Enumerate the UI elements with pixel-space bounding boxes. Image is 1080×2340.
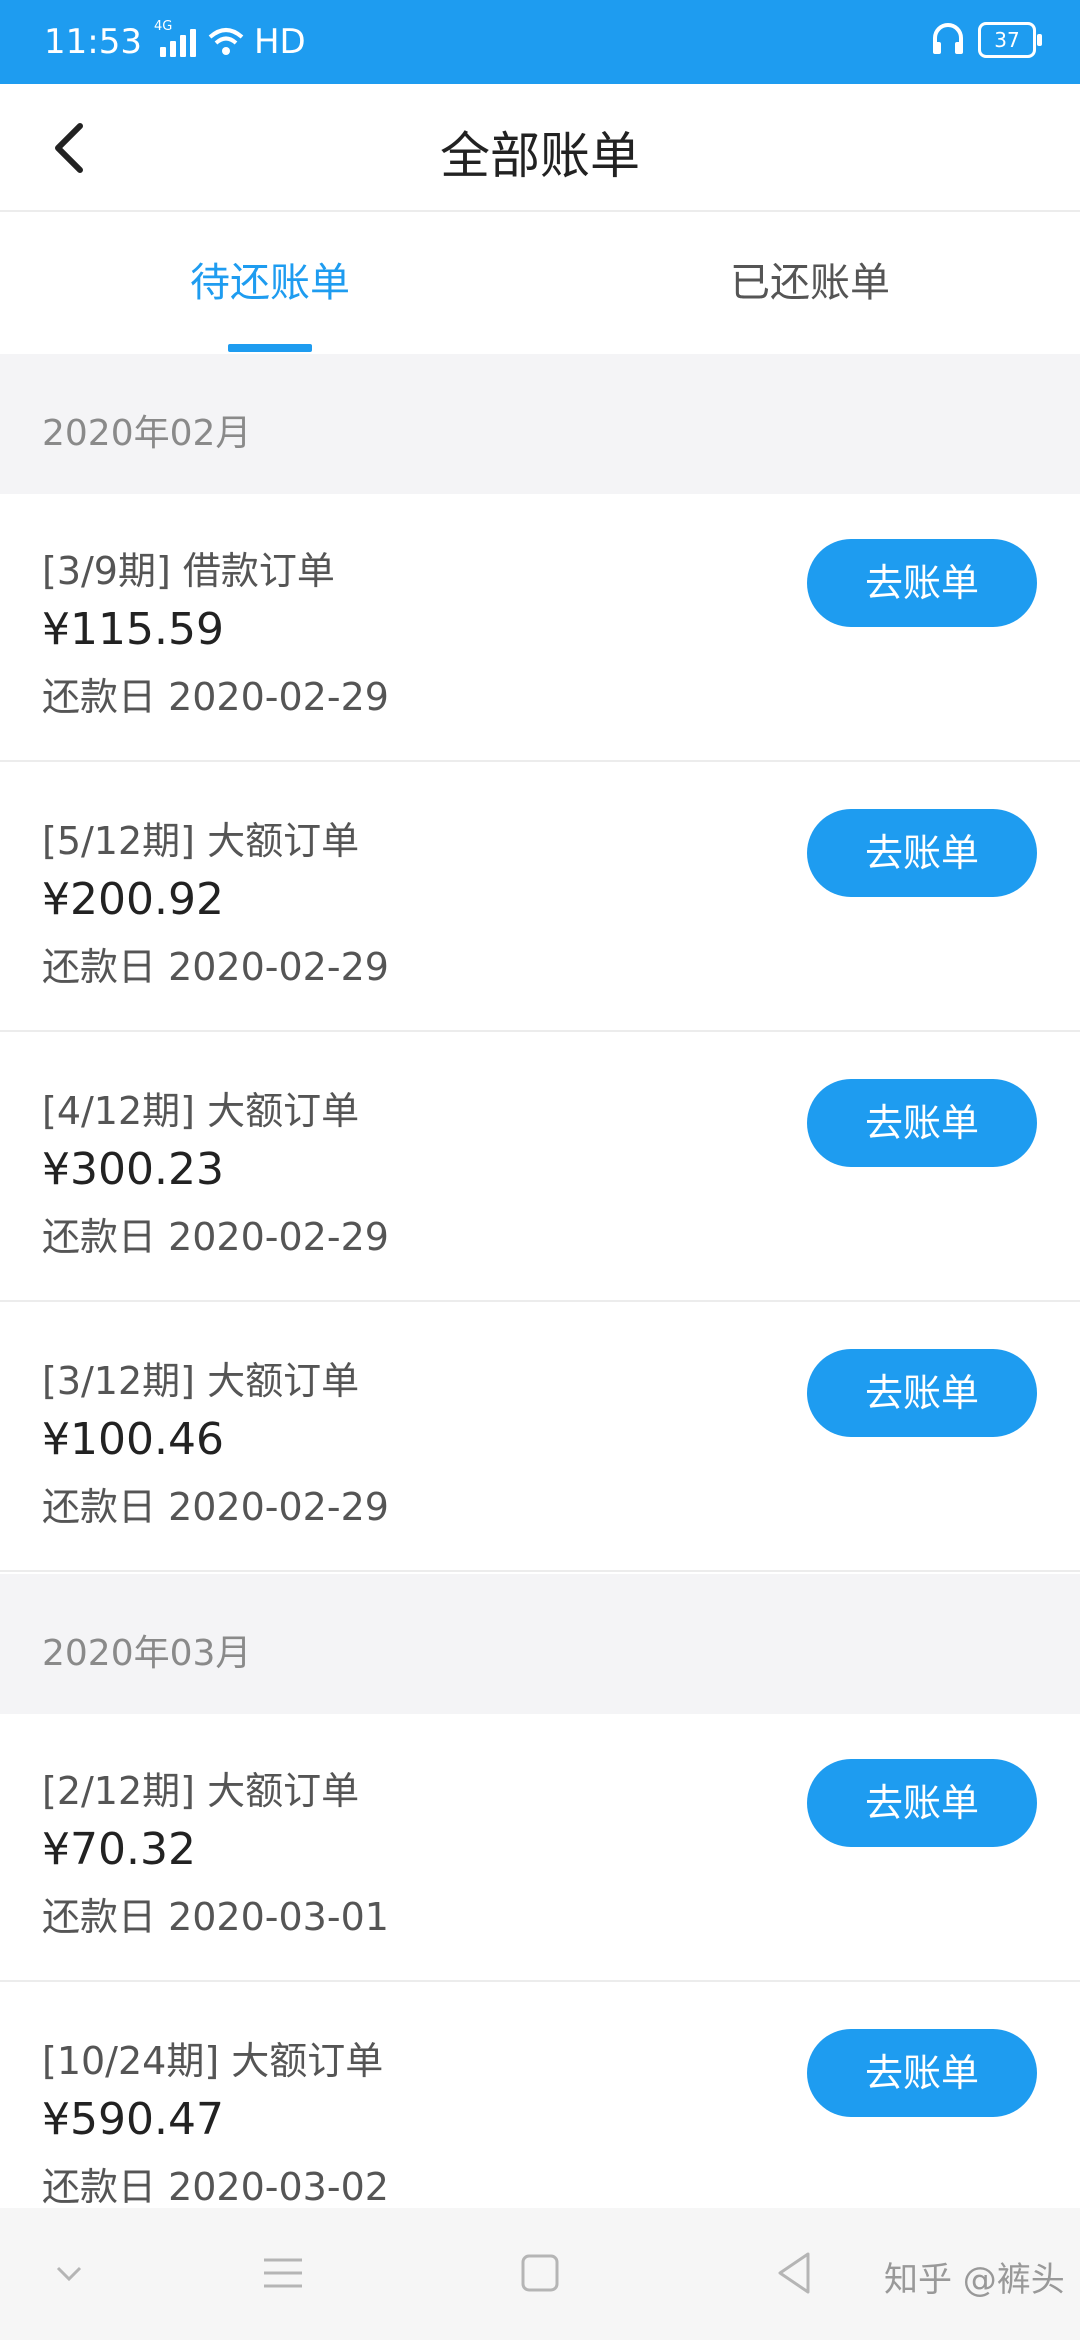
tab-pending-bills[interactable]: 待还账单	[0, 212, 540, 354]
view-bill-button[interactable]: 去账单	[807, 1349, 1037, 1437]
signal-icon: 4G	[154, 19, 196, 57]
view-bill-button[interactable]: 去账单	[807, 2029, 1037, 2117]
bill-due-date: 还款日 2020-02-29	[42, 1215, 389, 1259]
bill-period: [4/12期] 大额订单	[42, 1089, 360, 1133]
nav-bar: 全部账单	[0, 84, 1080, 212]
view-bill-button[interactable]: 去账单	[807, 809, 1037, 897]
status-time: 11:53	[44, 22, 142, 62]
tab-paid-bills[interactable]: 已还账单	[540, 212, 1080, 354]
battery-icon: 37	[978, 22, 1042, 58]
bill-due-date: 还款日 2020-02-29	[42, 1485, 389, 1529]
watermark-text: 知乎 @裤头	[884, 2260, 1065, 2300]
status-bar: 11:53 4G HD 37	[0, 0, 1080, 84]
bill-amount: ¥590.47	[42, 2094, 224, 2145]
view-bill-button[interactable]: 去账单	[807, 1079, 1037, 1167]
month-header: 2020年02月	[0, 354, 1080, 494]
bill-period: [3/9期] 借款订单	[42, 549, 335, 593]
home-square-icon[interactable]	[515, 2248, 565, 2298]
bill-item: [2/12期] 大额订单 ¥70.32 还款日 2020-03-01 去账单	[0, 1714, 1080, 1982]
bill-due-date: 还款日 2020-02-29	[42, 945, 389, 989]
bill-due-date: 还款日 2020-03-02	[42, 2165, 389, 2209]
status-left: 11:53 4G HD	[44, 19, 306, 62]
bill-due-date: 还款日 2020-02-29	[42, 675, 389, 719]
view-bill-button[interactable]: 去账单	[807, 1759, 1037, 1847]
bill-item: [3/9期] 借款订单 ¥115.59 还款日 2020-02-29 去账单	[0, 494, 1080, 762]
bill-period: [10/24期] 大额订单	[42, 2039, 384, 2083]
bill-item: [4/12期] 大额订单 ¥300.23 还款日 2020-02-29 去账单	[0, 1034, 1080, 1302]
battery-level: 37	[994, 28, 1020, 52]
bill-period: [3/12期] 大额订单	[42, 1359, 360, 1403]
tab-indicator	[228, 344, 312, 352]
month-label: 2020年03月	[42, 1633, 252, 1674]
bill-period: [2/12期] 大额订单	[42, 1769, 360, 1813]
chevron-down-icon[interactable]	[44, 2248, 94, 2298]
page-title: 全部账单	[440, 127, 640, 185]
system-nav-bar: 知乎 @裤头	[0, 2208, 1080, 2340]
month-header: 2020年03月	[0, 1574, 1080, 1714]
bill-amount: ¥300.23	[42, 1144, 224, 1195]
hd-label: HD	[253, 22, 306, 62]
bill-amount: ¥200.92	[42, 874, 224, 925]
view-bill-button[interactable]: 去账单	[807, 539, 1037, 627]
bill-due-date: 还款日 2020-03-01	[42, 1895, 389, 1939]
network-type: 4G	[153, 19, 173, 34]
bill-item: [5/12期] 大额订单 ¥200.92 还款日 2020-02-29 去账单	[0, 764, 1080, 1032]
status-right: 37	[930, 22, 1042, 58]
bill-amount: ¥115.59	[42, 604, 224, 655]
wifi-icon	[208, 28, 244, 55]
menu-icon[interactable]	[258, 2248, 308, 2298]
back-triangle-icon[interactable]	[770, 2248, 820, 2298]
tab-bar: 待还账单 已还账单	[0, 212, 1080, 354]
bill-amount: ¥70.32	[42, 1824, 196, 1875]
bill-amount: ¥100.46	[42, 1414, 224, 1465]
bill-period: [5/12期] 大额订单	[42, 819, 360, 863]
headset-icon	[933, 23, 963, 54]
month-label: 2020年02月	[42, 413, 252, 454]
bill-item: [3/12期] 大额订单 ¥100.46 还款日 2020-02-29 去账单	[0, 1304, 1080, 1572]
